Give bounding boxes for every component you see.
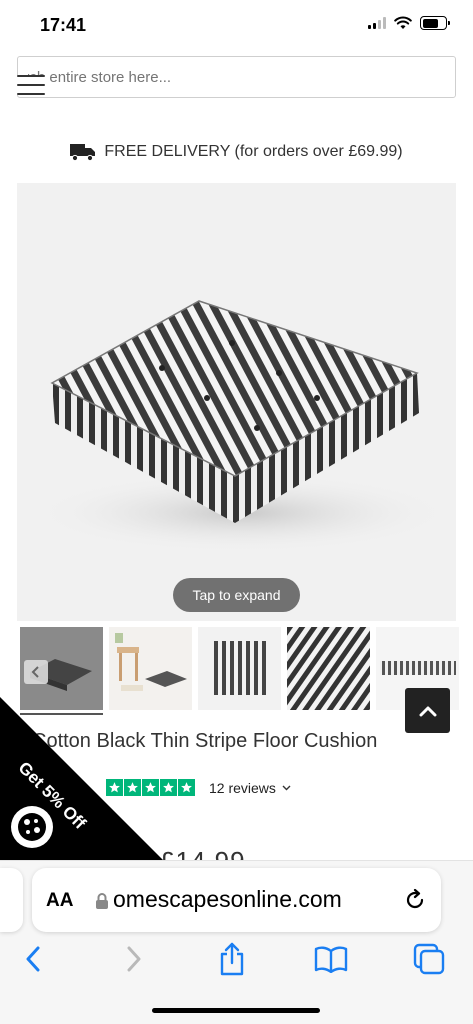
home-indicator[interactable] — [152, 1008, 320, 1013]
reviews-count: 12 reviews — [209, 779, 276, 796]
thumbnail-3[interactable] — [198, 627, 281, 710]
back-button[interactable] — [16, 940, 50, 978]
menu-hamburger-icon[interactable] — [17, 75, 45, 95]
search-input[interactable] — [18, 57, 455, 97]
chevron-left-icon — [31, 666, 39, 678]
star-icon — [178, 779, 195, 796]
thumbnail-prev-button[interactable] — [24, 660, 48, 684]
thumbnail-4[interactable] — [287, 627, 370, 710]
cookie-icon[interactable] — [11, 806, 53, 848]
wifi-icon — [394, 16, 412, 29]
reload-icon[interactable] — [403, 888, 427, 912]
status-icons — [368, 16, 450, 30]
aa-label: AA — [46, 890, 74, 911]
tabs-button[interactable] — [412, 940, 446, 978]
reader-settings-button[interactable]: AA — [46, 890, 73, 912]
browser-nav — [0, 940, 473, 980]
url-text[interactable]: omescapesonline.com — [113, 886, 342, 913]
chevron-left-icon — [26, 946, 40, 972]
tap-to-expand-button[interactable]: Tap to expand — [173, 578, 300, 612]
share-button[interactable] — [215, 940, 249, 978]
scroll-to-top-button[interactable] — [405, 688, 450, 733]
forward-button[interactable] — [117, 940, 151, 978]
tabs-icon — [413, 943, 445, 975]
search-box[interactable] — [17, 56, 456, 98]
chevron-up-icon — [419, 706, 436, 716]
delivery-banner: FREE DELIVERY (for orders over £69.99) — [0, 141, 473, 163]
reviews-link[interactable]: 12 reviews — [203, 780, 291, 796]
delivery-truck-icon — [70, 144, 96, 161]
striped-floor-cushion-image — [32, 300, 452, 553]
share-icon — [220, 942, 244, 976]
status-time: 17:41 — [40, 15, 87, 35]
battery-icon — [420, 16, 450, 30]
chevron-right-icon — [127, 946, 141, 972]
delivery-text: FREE DELIVERY (for orders over £69.99) — [104, 143, 403, 160]
status-bar: 17:41 — [0, 0, 473, 50]
cellular-signal-icon — [368, 17, 386, 29]
book-icon — [314, 946, 348, 973]
lock-icon — [96, 893, 108, 909]
chevron-down-icon — [282, 785, 291, 790]
product-main-image[interactable] — [17, 183, 456, 621]
previous-tab-card[interactable] — [0, 868, 23, 932]
bookmarks-button[interactable] — [314, 940, 348, 978]
